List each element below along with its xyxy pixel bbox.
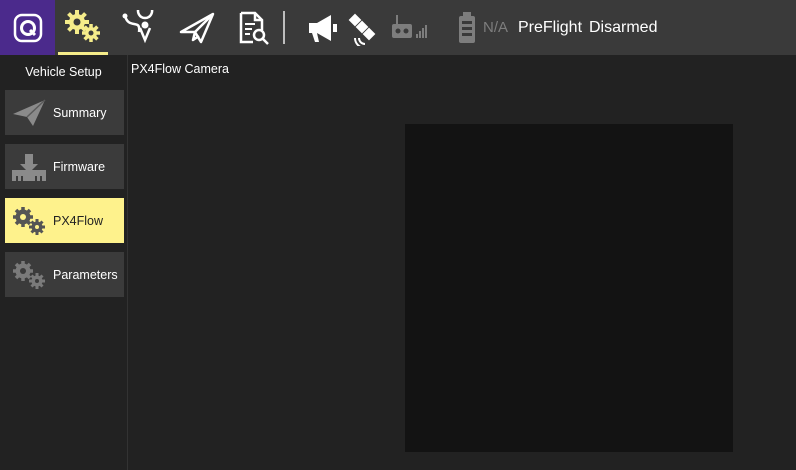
qgc-logo-icon — [13, 13, 42, 42]
sidebar-item-label: Summary — [53, 105, 107, 120]
gps-status-button[interactable] — [338, 0, 388, 55]
rc-transmitter-icon — [392, 14, 427, 38]
sidebar-item-label: PX4Flow — [53, 213, 104, 228]
toolbar-separator — [283, 11, 285, 44]
battery-button[interactable] — [450, 0, 484, 55]
qgc-logo-button[interactable] — [0, 0, 55, 55]
vehicle-setup-button[interactable] — [58, 0, 108, 55]
analyze-document-icon — [239, 11, 269, 45]
summary-plane-icon — [11, 98, 47, 128]
megaphone-icon — [309, 14, 337, 42]
sidebar-item-firmware[interactable]: Firmware — [5, 144, 124, 189]
fly-paper-plane-icon — [179, 12, 215, 43]
battery-icon — [459, 11, 475, 43]
sidebar-item-label: Parameters — [53, 267, 118, 282]
parameters-gears-icon — [11, 260, 47, 290]
sidebar-item-label: Firmware — [53, 159, 106, 174]
sidebar-item-parameters[interactable]: Parameters — [5, 252, 124, 297]
fly-view-button[interactable] — [172, 0, 222, 55]
main-toolbar: N/A PreFlight Disarmed — [0, 0, 796, 55]
px4flow-gears-icon — [11, 206, 47, 236]
px4flow-camera-image — [405, 124, 733, 452]
firmware-download-icon — [11, 152, 47, 182]
satellite-icon — [348, 13, 376, 46]
sidebar-item-px4flow[interactable]: PX4Flow — [5, 198, 124, 243]
plan-view-button[interactable] — [114, 0, 164, 55]
analyze-view-button[interactable] — [228, 0, 278, 55]
plan-route-icon — [122, 9, 154, 43]
vehicle-setup-gears-icon — [65, 10, 100, 42]
sidebar-title: Vehicle Setup — [25, 65, 102, 79]
rc-rssi-button[interactable] — [386, 0, 436, 55]
flight-mode-selector[interactable]: PreFlight — [518, 0, 582, 55]
sidebar-item-summary[interactable]: Summary — [5, 90, 124, 135]
vehicle-setup-sidebar: Vehicle Setup Summary Firmware PX4Flow P… — [0, 55, 128, 470]
arm-state-indicator[interactable]: Disarmed — [589, 0, 657, 55]
battery-text: N/A — [483, 19, 509, 36]
page-title: PX4Flow Camera — [131, 62, 229, 76]
